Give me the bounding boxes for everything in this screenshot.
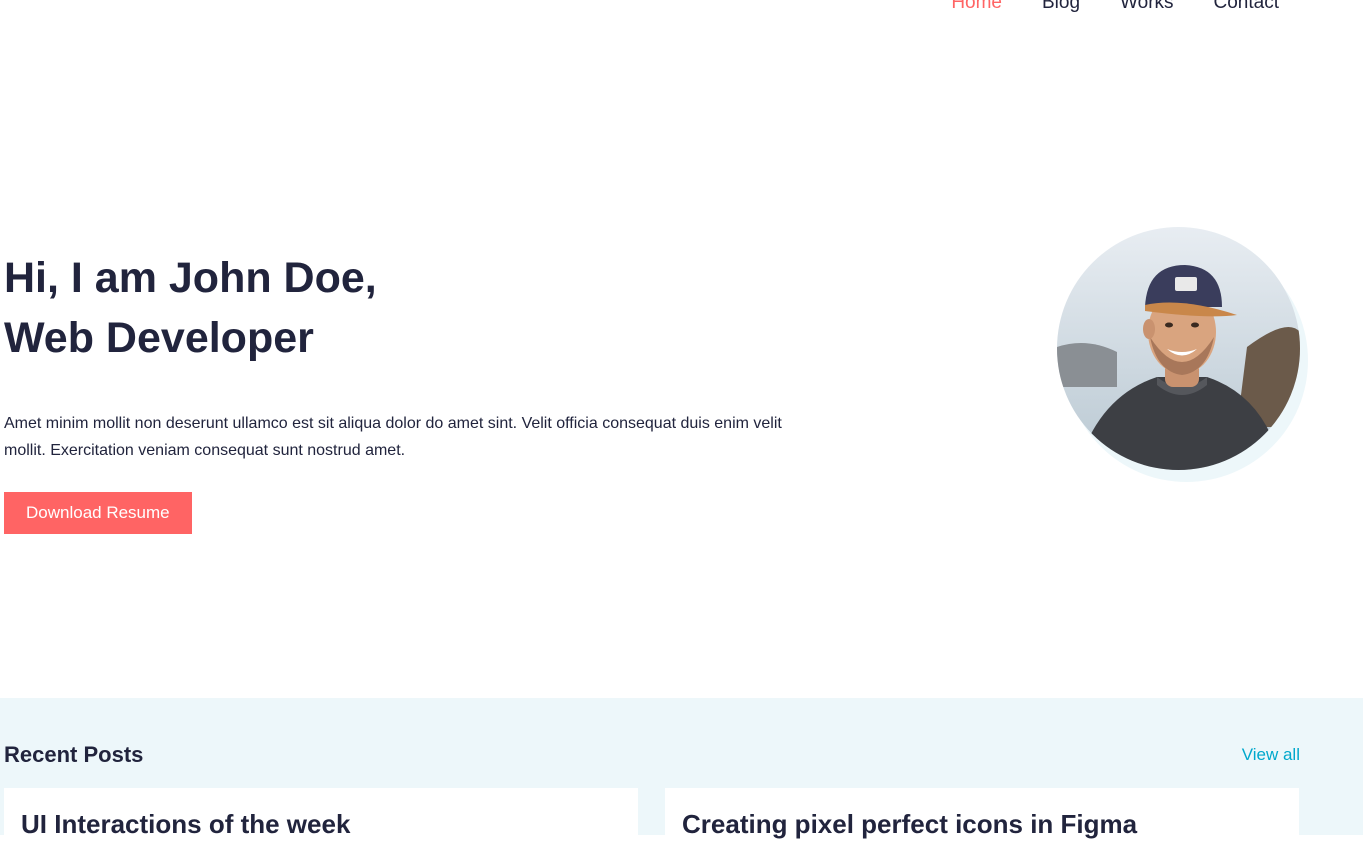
profile-photo xyxy=(1057,227,1300,470)
profile-avatar xyxy=(1057,227,1300,470)
hero-title: Hi, I am John Doe, Web Developer xyxy=(4,248,824,368)
hero-title-line2: Web Developer xyxy=(4,314,314,362)
recent-posts-section: Recent Posts View all UI Interactions of… xyxy=(0,698,1363,868)
nav-contact[interactable]: Contact xyxy=(1214,0,1279,14)
view-all-link[interactable]: View all xyxy=(1242,745,1300,765)
post-card-title[interactable]: UI Interactions of the week xyxy=(21,808,621,840)
hero-description: Amet minim mollit non deserunt ullamco e… xyxy=(4,415,782,459)
hero-title-line1: Hi, I am John Doe, xyxy=(4,254,377,302)
post-card-title[interactable]: Creating pixel perfect icons in Figma xyxy=(682,808,1282,840)
nav-home[interactable]: Home xyxy=(951,0,1002,14)
hero-section: Hi, I am John Doe, Web Developer Amet mi… xyxy=(4,248,824,534)
download-resume-button[interactable]: Download Resume xyxy=(4,492,192,534)
nav-works[interactable]: Works xyxy=(1120,0,1173,14)
post-card[interactable]: Creating pixel perfect icons in Figma xyxy=(665,788,1299,868)
main-nav: Home Blog Works Contact xyxy=(951,0,1279,14)
nav-blog[interactable]: Blog xyxy=(1042,0,1080,14)
recent-posts-heading: Recent Posts xyxy=(4,742,144,767)
post-card[interactable]: UI Interactions of the week xyxy=(4,788,638,868)
recent-posts-header: Recent Posts View all xyxy=(4,742,1300,768)
